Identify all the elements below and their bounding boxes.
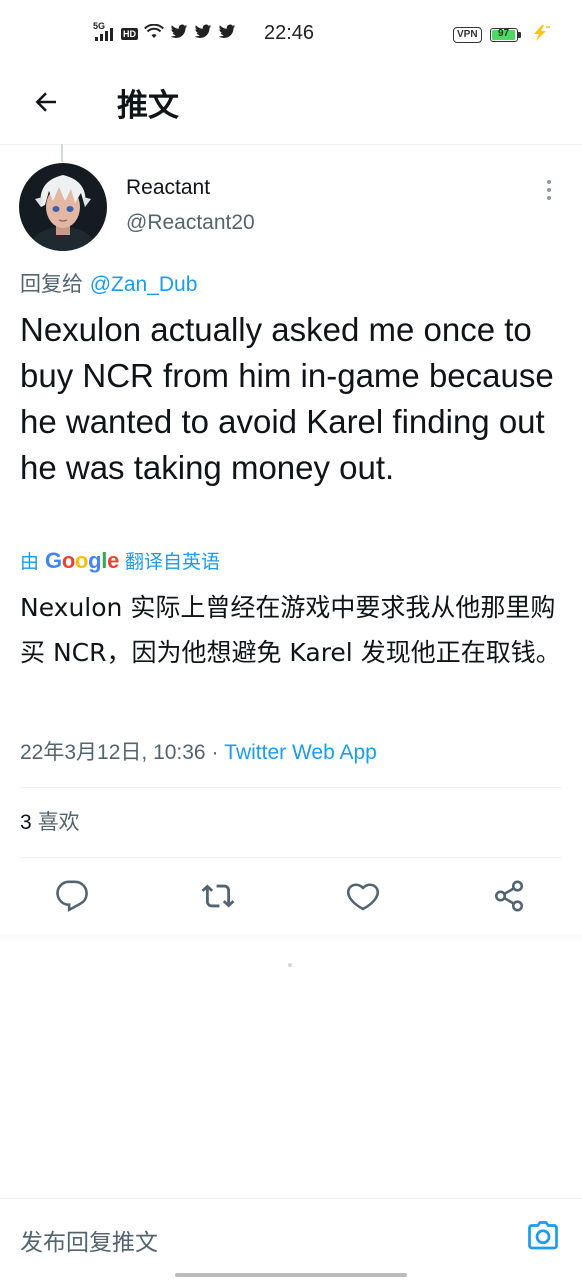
reply-icon <box>55 879 89 917</box>
more-dot <box>547 180 551 184</box>
mention-link[interactable]: @Zan_Dub <box>90 273 198 296</box>
page-title: 推文 <box>117 88 179 124</box>
author-display-name[interactable]: Reactant <box>126 176 210 200</box>
reply-composer-bar: 发布回复推文 <box>0 1198 582 1281</box>
camera-button[interactable] <box>524 1219 562 1257</box>
section-shadow <box>0 934 582 942</box>
twitter-icon <box>170 24 188 44</box>
author-handle: @Reactant20 <box>126 211 255 234</box>
battery-tip <box>517 32 521 38</box>
top-app-bar: 推文 <box>0 70 582 145</box>
status-time: 22:46 <box>264 22 315 44</box>
replying-to: 回复给 @Zan_Dub <box>20 268 197 298</box>
status-bar: 5G HD 22:46 VPN 97 <box>0 0 582 70</box>
retweet-icon <box>200 879 236 917</box>
likes-label: 喜欢 <box>37 810 80 834</box>
battery-icon: 97 <box>489 28 518 42</box>
tweet-date: 22年3月12日, 10:36 <box>20 741 206 764</box>
more-options-button[interactable] <box>538 176 560 204</box>
more-dot <box>547 196 551 200</box>
wifi-icon <box>144 23 164 44</box>
retweet-button[interactable] <box>198 878 238 918</box>
arrow-left-icon <box>31 87 61 121</box>
thread-connector-line <box>61 144 63 162</box>
loading-indicator <box>288 963 292 967</box>
tweet-metadata: 22年3月12日, 10:36 · Twitter Web App <box>20 736 377 766</box>
twitter-icon <box>218 24 236 44</box>
status-right: VPN 97 <box>453 24 551 46</box>
share-icon <box>492 879 526 917</box>
charging-icon <box>529 24 551 46</box>
divider <box>20 787 562 788</box>
tweet-actions <box>0 860 582 934</box>
translated-text: Nexulon 实际上曾经在游戏中要求我从他那里购买 NCR，因为他想避免 Ka… <box>20 593 561 667</box>
google-logo-letter: o <box>74 547 89 573</box>
translation-attribution[interactable]: 由 Google 翻译自英语 <box>20 547 220 574</box>
hd-badge: HD <box>121 28 138 40</box>
share-button[interactable] <box>489 878 529 918</box>
more-dot <box>547 188 551 192</box>
reply-button[interactable] <box>52 878 92 918</box>
meta-separator: · <box>205 741 225 764</box>
google-logo-letter: G <box>45 547 62 573</box>
replying-to-label: 回复给 <box>20 272 83 296</box>
back-button[interactable] <box>26 84 66 124</box>
translation-prefix: 由 <box>20 551 40 573</box>
likes-count[interactable]: 3 喜欢 <box>20 806 80 836</box>
translation-suffix: 翻译自英语 <box>125 551 221 573</box>
like-button[interactable] <box>343 878 383 918</box>
status-left: 5G HD <box>93 21 236 44</box>
google-logo-letter: e <box>107 547 119 573</box>
home-indicator[interactable] <box>175 1273 407 1277</box>
vpn-badge: VPN <box>453 27 482 43</box>
avatar[interactable] <box>19 163 107 251</box>
google-logo: Google <box>45 548 119 574</box>
signal-icon: 5G <box>93 21 115 42</box>
divider <box>20 857 562 858</box>
camera-icon <box>525 1218 561 1258</box>
twitter-icon <box>194 24 212 44</box>
like-icon <box>346 879 380 917</box>
tweet-text: Nexulon actually asked me once to buy NC… <box>20 311 554 486</box>
google-logo-letter: g <box>88 547 102 573</box>
battery-level: 97 <box>498 28 510 39</box>
reply-input[interactable]: 发布回复推文 <box>20 1223 158 1257</box>
tweet-source-link[interactable]: Twitter Web App <box>224 741 377 764</box>
likes-number: 3 <box>20 811 32 834</box>
google-logo-letter: o <box>61 547 75 573</box>
